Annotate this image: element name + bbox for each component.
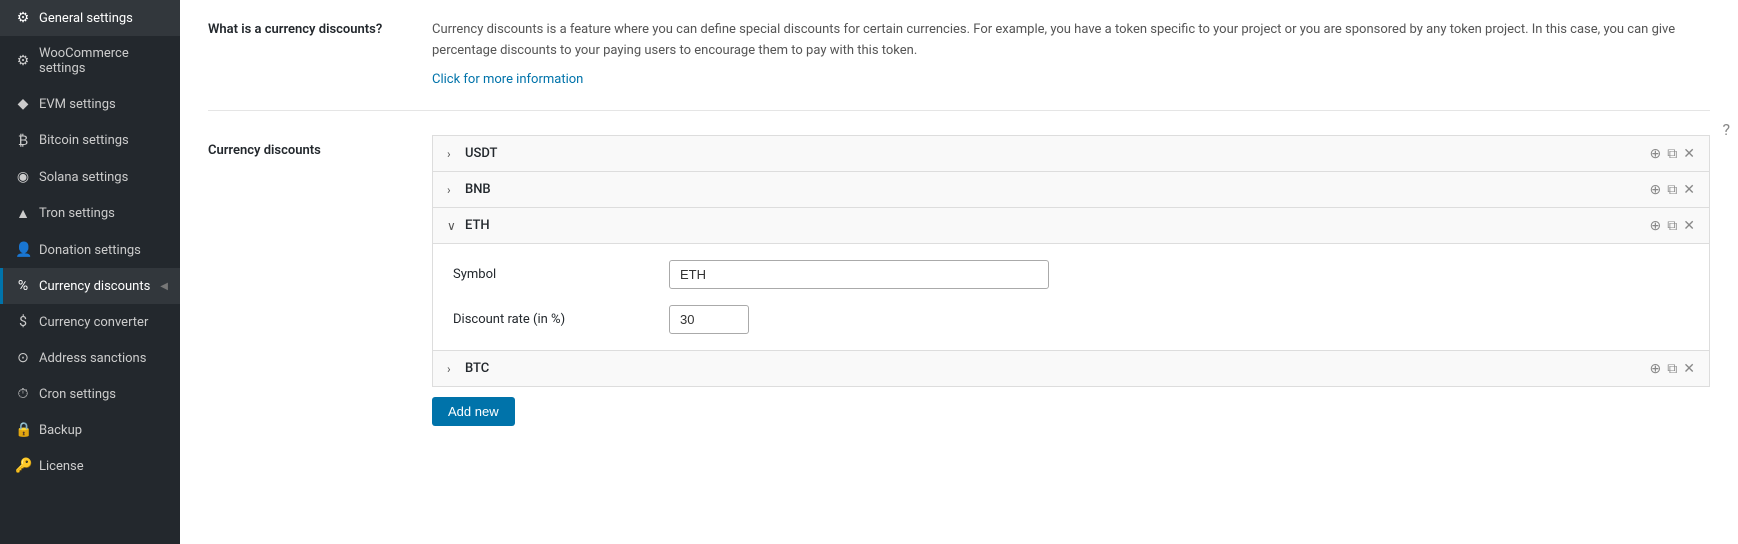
discounts-section: Currency discounts › USDT ⊕ ⧉ ✕ › BNB ⊕ … (208, 135, 1710, 426)
sidebar-item-evm-settings[interactable]: ◆ EVM settings (0, 86, 180, 122)
nav-icon-woocommerce-settings: ⚙ (15, 53, 31, 69)
delete-icon-bnb[interactable]: ✕ (1683, 183, 1695, 197)
copy-icon-btc[interactable]: ⧉ (1667, 362, 1677, 376)
nav-icon-license: 🔑 (15, 458, 31, 474)
delete-icon-usdt[interactable]: ✕ (1683, 147, 1695, 161)
nav-icon-general-settings: ⚙ (15, 10, 31, 26)
sidebar-item-woocommerce-settings[interactable]: ⚙ WooCommerce settings (0, 36, 180, 86)
sidebar-item-tron-settings[interactable]: ▲ Tron settings (0, 195, 180, 232)
currency-header-usdt[interactable]: › USDT ⊕ ⧉ ✕ (433, 136, 1709, 171)
nav-label-tron-settings: Tron settings (39, 206, 168, 221)
discount-label: Discount rate (in %) (453, 312, 653, 327)
currency-item-usdt: › USDT ⊕ ⧉ ✕ (432, 135, 1710, 172)
currency-name-bnb: BNB (465, 182, 491, 197)
nav-label-cron-settings: Cron settings (39, 387, 168, 402)
nav-label-donation-settings: Donation settings (39, 243, 168, 258)
nav-icon-address-sanctions: ⊙ (15, 350, 31, 366)
currency-actions-usdt: ⊕ ⧉ ✕ (1650, 147, 1695, 161)
nav-label-woocommerce-settings: WooCommerce settings (39, 46, 168, 76)
nav-label-bitcoin-settings: Bitcoin settings (39, 133, 168, 148)
discount-rate-input[interactable] (669, 305, 749, 334)
currency-item-btc: › BTC ⊕ ⧉ ✕ (432, 351, 1710, 387)
nav-icon-donation-settings: 👤 (15, 242, 31, 258)
currency-header-btc[interactable]: › BTC ⊕ ⧉ ✕ (433, 351, 1709, 386)
info-text: Currency discounts is a feature where yo… (432, 20, 1710, 62)
discount-row: Discount rate (in %) (453, 305, 1689, 334)
nav-icon-currency-converter: $ (15, 314, 31, 330)
info-section: What is a currency discounts? Currency d… (208, 20, 1710, 111)
currency-actions-btc: ⊕ ⧉ ✕ (1650, 362, 1695, 376)
add-new-button[interactable]: Add new (432, 397, 515, 426)
nav-label-evm-settings: EVM settings (39, 97, 168, 112)
nav-icon-evm-settings: ◆ (15, 96, 31, 112)
currency-actions-bnb: ⊕ ⧉ ✕ (1650, 183, 1695, 197)
currency-actions-eth: ⊕ ⧉ ✕ (1650, 219, 1695, 233)
expand-icon-usdt: › (447, 147, 459, 161)
sidebar-item-bitcoin-settings[interactable]: ₿ Bitcoin settings (0, 122, 180, 159)
copy-icon-usdt[interactable]: ⧉ (1667, 147, 1677, 161)
symbol-row: Symbol (453, 260, 1689, 289)
nav-icon-backup: 🔒 (15, 422, 31, 438)
discounts-label: Currency discounts (208, 135, 408, 426)
collapse-icon-eth: ∨ (447, 219, 459, 233)
add-icon-bnb[interactable]: ⊕ (1650, 183, 1662, 197)
sidebar-item-license[interactable]: 🔑 License (0, 448, 180, 484)
nav-icon-tron-settings: ▲ (15, 205, 31, 222)
nav-label-address-sanctions: Address sanctions (39, 351, 168, 366)
discount-input-wrapper (669, 305, 749, 334)
nav-label-general-settings: General settings (39, 11, 168, 26)
currency-header-bnb[interactable]: › BNB ⊕ ⧉ ✕ (433, 172, 1709, 207)
currency-item-eth: ∨ ETH ⊕ ⧉ ✕ Symbol Discount rate (in %) (432, 208, 1710, 351)
add-icon-eth[interactable]: ⊕ (1650, 219, 1662, 233)
main-content: What is a currency discounts? Currency d… (180, 0, 1738, 544)
nav-icon-currency-discounts: % (15, 278, 31, 294)
add-icon-btc[interactable]: ⊕ (1650, 362, 1662, 376)
nav-icon-cron-settings: ⏱ (15, 386, 31, 402)
delete-icon-eth[interactable]: ✕ (1683, 219, 1695, 233)
currency-name-eth: ETH (465, 218, 490, 233)
add-icon-usdt[interactable]: ⊕ (1650, 147, 1662, 161)
info-content: Currency discounts is a feature where yo… (432, 20, 1710, 90)
copy-icon-bnb[interactable]: ⧉ (1667, 183, 1677, 197)
copy-icon-eth[interactable]: ⧉ (1667, 219, 1677, 233)
currency-item-bnb: › BNB ⊕ ⧉ ✕ (432, 172, 1710, 208)
symbol-input-wrapper (669, 260, 1049, 289)
sidebar-item-backup[interactable]: 🔒 Backup (0, 412, 180, 448)
sidebar: ⚙ General settings ⚙ WooCommerce setting… (0, 0, 180, 544)
currency-body-eth: Symbol Discount rate (in %) (433, 243, 1709, 350)
nav-label-currency-discounts: Currency discounts (39, 279, 152, 294)
sidebar-item-solana-settings[interactable]: ◉ Solana settings (0, 159, 180, 195)
currency-name-usdt: USDT (465, 146, 497, 161)
info-link[interactable]: Click for more information (432, 72, 583, 87)
currency-list: › USDT ⊕ ⧉ ✕ › BNB ⊕ ⧉ ✕ ∨ (432, 135, 1710, 387)
expand-icon-btc: › (447, 362, 459, 376)
expand-icon-bnb: › (447, 183, 459, 197)
currency-name-btc: BTC (465, 361, 489, 376)
symbol-label: Symbol (453, 267, 653, 282)
sidebar-item-address-sanctions[interactable]: ⊙ Address sanctions (0, 340, 180, 376)
nav-label-license: License (39, 459, 168, 474)
discounts-content: › USDT ⊕ ⧉ ✕ › BNB ⊕ ⧉ ✕ ∨ (432, 135, 1710, 426)
info-label: What is a currency discounts? (208, 20, 408, 90)
nav-icon-solana-settings: ◉ (15, 169, 31, 185)
sidebar-item-donation-settings[interactable]: 👤 Donation settings (0, 232, 180, 268)
delete-icon-btc[interactable]: ✕ (1683, 362, 1695, 376)
nav-icon-bitcoin-settings: ₿ (15, 132, 31, 149)
sidebar-item-currency-discounts[interactable]: % Currency discounts ◀ (0, 268, 180, 304)
symbol-input[interactable] (669, 260, 1049, 289)
collapse-arrow: ◀ (160, 281, 168, 292)
sidebar-item-cron-settings[interactable]: ⏱ Cron settings (0, 376, 180, 412)
nav-label-backup: Backup (39, 423, 168, 438)
nav-label-currency-converter: Currency converter (39, 315, 168, 330)
currency-header-eth[interactable]: ∨ ETH ⊕ ⧉ ✕ (433, 208, 1709, 243)
sidebar-item-currency-converter[interactable]: $ Currency converter (0, 304, 180, 340)
sidebar-item-general-settings[interactable]: ⚙ General settings (0, 0, 180, 36)
nav-label-solana-settings: Solana settings (39, 170, 168, 185)
help-icon[interactable]: ? (1722, 120, 1730, 139)
